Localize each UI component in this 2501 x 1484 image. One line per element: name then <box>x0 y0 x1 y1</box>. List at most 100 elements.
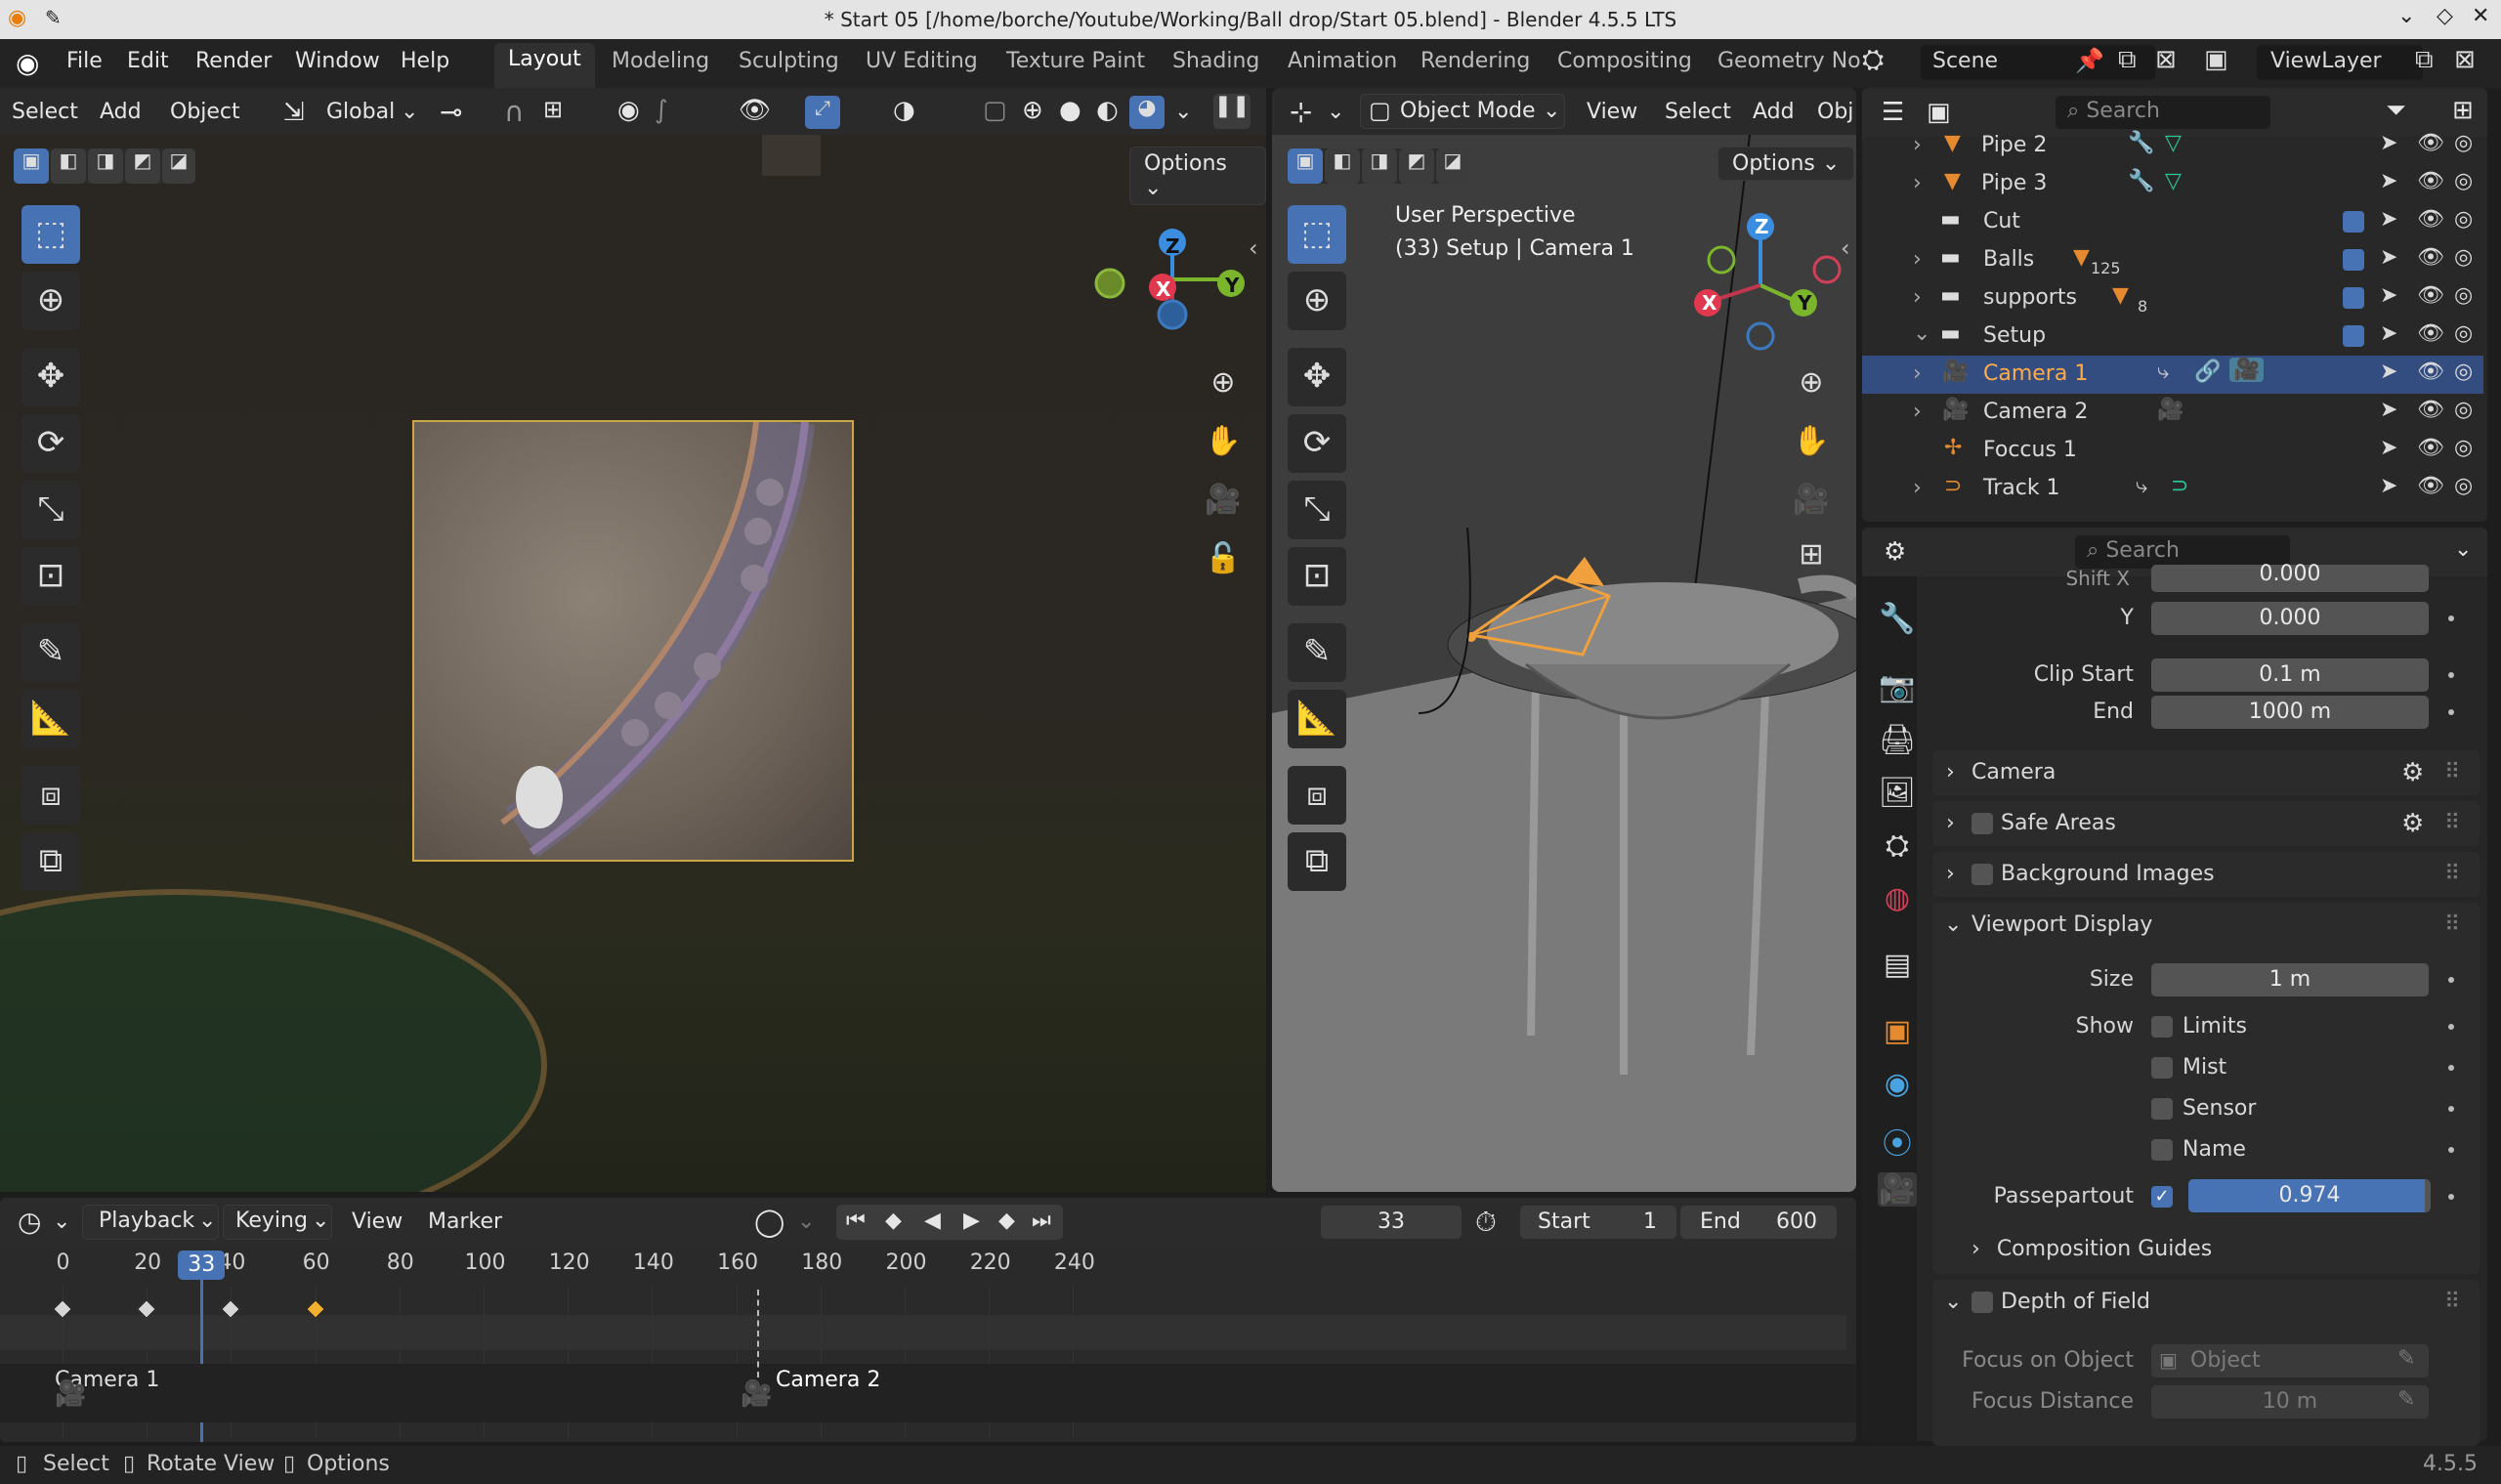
menu-window[interactable]: Window <box>295 49 380 73</box>
options-dropdown[interactable]: Options ⌄ <box>1129 147 1266 205</box>
eye-icon[interactable]: 👁 <box>2417 360 2444 384</box>
jump-start-icon[interactable]: ⏮ <box>846 1208 866 1233</box>
tab-geometry-nodes[interactable]: Geometry No <box>1717 49 1861 73</box>
animate-dot-icon[interactable] <box>2448 1106 2454 1112</box>
expand-icon[interactable]: › <box>1913 133 1922 157</box>
animate-dot-icon[interactable] <box>2448 1024 2454 1030</box>
drag-handle-icon[interactable]: ⠿ <box>2444 903 2460 948</box>
panel-depth-of-field-title[interactable]: Depth of Field <box>2001 1280 2150 1325</box>
scene-tab-icon[interactable]: ⛭ <box>1878 828 1917 863</box>
mist-checkbox[interactable] <box>2151 1057 2173 1079</box>
select-toggle-icon[interactable]: ➤ <box>2380 283 2397 308</box>
presets-icon[interactable]: ⚙ <box>2401 750 2424 795</box>
cursor-tool-icon[interactable]: ⊕ <box>1288 272 1346 330</box>
jump-keyframe-back-icon[interactable]: ◆ <box>885 1208 902 1233</box>
tree-row[interactable]: › ▬ Balls ▼ 125 ➤ 👁 ◎ <box>1862 241 2483 279</box>
shift-y-field[interactable]: 0.000 <box>2151 602 2429 635</box>
animate-dot-icon[interactable] <box>2448 1194 2454 1200</box>
drag-handle-icon[interactable]: ⠿ <box>2444 801 2460 846</box>
rotate-tool-icon[interactable]: ⟳ <box>1288 414 1346 473</box>
eye-icon[interactable]: 👁 <box>2417 321 2444 346</box>
measure-tool-icon[interactable]: 📐 <box>21 690 80 748</box>
collapse-icon[interactable]: ⌄ <box>1944 903 1962 948</box>
editor-type-icon[interactable]: ⊹ <box>1290 96 1312 128</box>
drag-handle-icon[interactable]: ⠿ <box>2444 852 2460 897</box>
constraint-icon[interactable]: ⤷ <box>2136 474 2147 498</box>
object-tab-icon[interactable]: ▣ <box>1878 1014 1917 1048</box>
pivot-point-icon[interactable]: ⊸ <box>440 96 462 128</box>
rendered-shading-icon[interactable]: ◕ <box>1129 96 1165 129</box>
tree-row[interactable]: ⌄ ▬ Setup ➤ 👁 ◎ <box>1862 318 2483 356</box>
add-cube-tool-icon[interactable]: ⧈ <box>1288 766 1346 825</box>
collapse-sidebar-icon[interactable]: ‹ <box>1249 234 1258 262</box>
blender-menu-icon[interactable]: ◉ <box>16 47 39 79</box>
render-toggle-icon[interactable]: ◎ <box>2454 360 2473 384</box>
tree-row[interactable]: ▬ Cut ➤ 👁 ◎ <box>1862 203 2483 241</box>
render-toggle-icon[interactable]: ◎ <box>2454 436 2473 460</box>
select-toggle-icon[interactable]: ➤ <box>2380 321 2397 346</box>
menu-add-right[interactable]: Add <box>1753 100 1795 124</box>
collapse-icon[interactable]: ⌄ <box>1944 1280 1962 1325</box>
render-region[interactable] <box>412 420 854 862</box>
tab-animation[interactable]: Animation <box>1288 49 1397 73</box>
select-new-icon[interactable]: ▣ <box>1288 148 1323 184</box>
scale-tool-icon[interactable]: ⤡ <box>1288 481 1346 539</box>
menu-view[interactable]: View <box>1587 100 1637 124</box>
tab-shading[interactable]: Shading <box>1172 49 1259 73</box>
menu-add[interactable]: Add <box>100 100 142 124</box>
close-icon[interactable]: ✕ <box>2472 4 2489 28</box>
camera-data-tab-icon[interactable]: 🎥 <box>1878 1172 1917 1207</box>
tab-layout[interactable]: Layout <box>494 43 595 88</box>
composition-guides-subpanel[interactable]: › Composition Guides <box>1971 1237 2212 1261</box>
left-viewport[interactable]: Select Add Object ⇲ Global ⌄ ⊸ ∩ ⊞ ◉ ∫ 👁… <box>0 88 1266 1192</box>
rotate-tool-icon[interactable]: ⟳ <box>21 414 80 473</box>
outliner-search-input[interactable]: ⌕ Search <box>2056 96 2270 129</box>
wireframe-shading-icon[interactable]: ⊕ <box>1022 96 1043 125</box>
menu-object-right[interactable]: Obj <box>1817 100 1853 124</box>
eye-icon[interactable]: 👁 <box>2417 207 2444 232</box>
falloff-icon[interactable]: ∫ <box>655 96 668 125</box>
animate-dot-icon[interactable] <box>2448 1147 2454 1153</box>
menu-edit[interactable]: Edit <box>127 49 169 73</box>
properties-editor-type-icon[interactable]: ⚙ <box>1884 537 1906 567</box>
tool-tab-icon[interactable]: 🔧 <box>1878 602 1917 636</box>
eye-icon[interactable]: 👁 <box>2417 398 2444 422</box>
exclude-checkbox[interactable] <box>2343 211 2364 233</box>
expand-icon[interactable]: › <box>1913 476 1922 500</box>
name-checkbox[interactable] <box>2151 1139 2173 1161</box>
passepartout-checkbox[interactable]: ✓ <box>2151 1186 2173 1208</box>
drag-handle-icon[interactable]: ⠿ <box>2444 1280 2460 1325</box>
select-box-tool-icon[interactable]: ⬚ <box>1288 205 1346 264</box>
end-frame-field[interactable]: End 600 <box>1680 1206 1837 1239</box>
jump-keyframe-forward-icon[interactable]: ◆ <box>998 1208 1015 1233</box>
pan-hand-icon[interactable]: ✋ <box>1790 420 1833 463</box>
size-field[interactable]: 1 m <box>2151 963 2429 996</box>
render-toggle-icon[interactable]: ◎ <box>2454 131 2473 155</box>
tree-row[interactable]: › ▬ supports ▼ 8 ➤ 👁 ◎ <box>1862 279 2483 318</box>
jump-end-icon[interactable]: ⏭ <box>1032 1208 1051 1233</box>
menu-marker[interactable]: Marker <box>428 1209 502 1234</box>
collection-tab-icon[interactable]: ▤ <box>1878 948 1917 982</box>
zoom-icon[interactable]: ⊕ <box>1790 361 1833 404</box>
tree-row[interactable]: ✢ Foccus 1 ➤ 👁 ◎ <box>1862 432 2483 470</box>
animate-dot-icon[interactable] <box>2448 1065 2454 1071</box>
keying-dropdown[interactable]: Keying ⌄ <box>223 1205 332 1240</box>
right-viewport[interactable]: ⊹ ⌄ ▢ Object Mode ⌄ View Select Add Obj … <box>1272 88 1856 1192</box>
clip-end-field[interactable]: 1000 m <box>2151 696 2429 729</box>
select-subtract-icon[interactable]: ◨ <box>88 148 123 184</box>
snap-icon[interactable]: ∩ <box>504 96 525 128</box>
new-view-layer-icon[interactable]: ⧉ <box>2415 45 2434 75</box>
render-toggle-icon[interactable]: ◎ <box>2454 474 2473 498</box>
render-toggle-icon[interactable]: ◎ <box>2454 283 2473 308</box>
options-dropdown-right[interactable]: Options ⌄ <box>1717 147 1855 181</box>
collapse-sidebar-icon[interactable]: ‹ <box>1841 234 1850 262</box>
modifier-icon[interactable]: 🔧 <box>2128 169 2154 193</box>
filter-icon[interactable]: ⏷ <box>2386 96 2406 126</box>
add-object-tool-icon[interactable]: ⧉ <box>21 832 80 891</box>
tree-row[interactable]: › ⊃ Track 1 ⤷ ⊃ ➤ 👁 ◎ <box>1862 470 2483 508</box>
shading-options-chevron-icon[interactable]: ⌄ <box>1174 100 1192 124</box>
select-new-icon[interactable]: ▣ <box>14 148 49 184</box>
outliner-editor-type-icon[interactable]: ☰ <box>1882 98 1904 127</box>
constraint-icon[interactable]: ⤷ <box>2157 360 2169 384</box>
depth-of-field-checkbox[interactable] <box>1971 1292 1993 1313</box>
